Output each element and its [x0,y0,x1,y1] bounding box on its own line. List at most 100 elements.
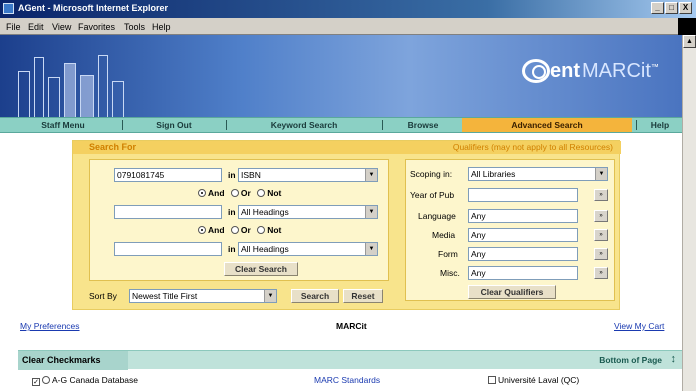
scoping-label: Scoping in: [410,169,453,179]
sort-by-select[interactable]: Newest Title First ▼ [129,289,277,303]
search-field-1-select[interactable]: ISBN ▼ [238,168,378,182]
menu-help[interactable]: Help [152,22,171,32]
menu-bar: File Edit View Favorites Tools Help [0,18,696,35]
qualifiers-box: Scoping in: All Libraries ▼ Year of Pub … [405,159,615,301]
search-panel-header: Search For Qualifiers (may not apply to … [73,141,621,154]
menu-tools[interactable]: Tools [124,22,145,32]
nav-advanced-search[interactable]: Advanced Search [462,118,632,132]
arrow-down-icon[interactable]: ↕ [671,353,677,365]
radio-and-2[interactable]: And [198,225,225,235]
search-terms-box: 0791081745 in ISBN ▼ And Or Not in All H… [89,159,389,281]
dropdown-arrow-icon: ▼ [595,168,607,180]
clear-search-button[interactable]: Clear Search [224,262,298,276]
nav-staff-menu[interactable]: Staff Menu [8,118,118,132]
form-label: Form [438,249,458,259]
misc-label: Misc. [440,268,460,278]
radio-not-1[interactable]: Not [257,188,281,198]
language-label: Language [418,211,456,221]
lookup-icon[interactable]: » [594,210,608,222]
year-of-pub-input[interactable] [468,188,578,202]
banner-decoration [80,75,94,117]
scroll-up-arrow-icon[interactable]: ▲ [683,35,696,48]
lookup-icon[interactable]: » [594,267,608,279]
window-title: AGent - Microsoft Internet Explorer [18,3,169,13]
minimize-button[interactable]: _ [651,2,664,14]
boolean-operator-2: And Or Not [198,225,285,235]
banner-decoration [112,81,124,117]
boolean-operator-1: And Or Not [198,188,285,198]
qualifiers-heading: Qualifiers (may not apply to all Resourc… [452,142,613,152]
radio-or-2[interactable]: Or [230,225,251,235]
view-my-cart-link[interactable]: View My Cart [614,321,664,331]
banner-decoration [34,57,44,117]
window-controls: _ □ X [651,2,692,14]
logo-text: ent MARCit™ [550,60,659,82]
nav-separator [122,120,123,130]
in-label: in [228,207,236,217]
menu-edit[interactable]: Edit [28,22,44,32]
dropdown-arrow-icon: ▼ [365,243,377,255]
main-nav-bar: Staff Menu Sign Out Keyword Search Brows… [0,117,682,133]
database-item[interactable]: ✓ A-G Canada Database [32,375,138,386]
radio-icon[interactable] [42,376,50,384]
search-field-3-select[interactable]: All Headings ▼ [238,242,378,256]
my-preferences-link[interactable]: My Preferences [20,321,80,331]
vertical-scrollbar[interactable]: ▲ [682,35,696,391]
search-for-heading: Search For [89,142,137,152]
sort-by-label: Sort By [89,291,117,301]
marc-standards-link[interactable]: MARC Standards [314,375,380,385]
menu-file[interactable]: File [6,22,21,32]
dropdown-arrow-icon: ▼ [365,206,377,218]
library-item[interactable]: Université Laval (QC) [488,375,579,385]
bottom-of-page-link[interactable]: Bottom of Page [599,355,662,365]
nav-separator [636,120,637,130]
form-input[interactable]: Any [468,247,578,261]
radio-not-2[interactable]: Not [257,225,281,235]
nav-browse[interactable]: Browse [386,118,460,132]
media-input[interactable]: Any [468,228,578,242]
results-header-bar: Clear Checkmarks Bottom of Page ↕ [18,350,682,370]
banner-decoration [48,77,60,117]
agent-banner: ent MARCit™ [0,35,682,117]
search-term-1-input[interactable]: 0791081745 [114,168,222,182]
language-input[interactable]: Any [468,209,578,223]
close-button[interactable]: X [679,2,692,14]
lookup-icon[interactable]: » [594,229,608,241]
radio-and-1[interactable]: And [198,188,225,198]
dropdown-arrow-icon: ▼ [264,290,276,302]
checkbox-icon[interactable] [488,376,496,384]
radio-or-1[interactable]: Or [230,188,251,198]
windows-logo-throbber [678,18,696,35]
search-field-2-select[interactable]: All Headings ▼ [238,205,378,219]
banner-decoration [98,55,108,117]
scoping-select[interactable]: All Libraries ▼ [468,167,608,181]
agent-marcit-logo: ent MARCit™ [522,57,682,87]
maximize-button[interactable]: □ [665,2,678,14]
page-content: ent MARCit™ Staff Menu Sign Out Keyword S… [0,35,682,391]
misc-input[interactable]: Any [468,266,578,280]
clear-checkmarks-button[interactable]: Clear Checkmarks [22,355,101,365]
ie-icon [3,3,14,14]
media-label: Media [432,230,456,240]
page-title: MARCit [336,321,367,331]
menu-favorites[interactable]: Favorites [78,22,115,32]
reset-button[interactable]: Reset [343,289,383,303]
logo-ring-icon [532,65,546,79]
menu-view[interactable]: View [52,22,71,32]
lookup-icon[interactable]: » [594,189,608,201]
in-label: in [228,170,236,180]
clear-qualifiers-button[interactable]: Clear Qualifiers [468,285,556,299]
checkbox-icon[interactable]: ✓ [32,378,40,386]
nav-keyword-search[interactable]: Keyword Search [230,118,378,132]
nav-separator [382,120,383,130]
list-item: ✓ A-G Canada Database MARC Standards Univ… [18,370,682,391]
banner-decoration [64,63,76,117]
in-label: in [228,244,236,254]
banner-decoration [18,71,30,117]
search-button[interactable]: Search [291,289,339,303]
nav-help[interactable]: Help [640,118,680,132]
lookup-icon[interactable]: » [594,248,608,260]
search-term-3-input[interactable] [114,242,222,256]
search-term-2-input[interactable] [114,205,222,219]
nav-sign-out[interactable]: Sign Out [126,118,222,132]
